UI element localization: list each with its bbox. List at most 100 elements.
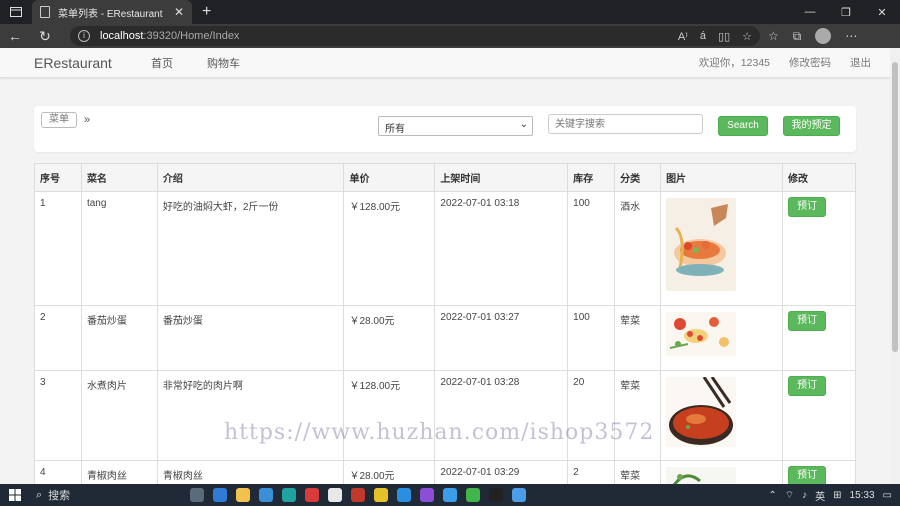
- site-info-icon[interactable]: i: [78, 30, 90, 42]
- reader-view-icon[interactable]: ▯▯: [718, 30, 730, 43]
- breadcrumb-menu[interactable]: 菜单: [41, 112, 77, 128]
- cell-stock: 20: [567, 370, 616, 461]
- avatar[interactable]: [815, 28, 832, 44]
- tray-chevron-icon[interactable]: ⌃: [768, 490, 776, 501]
- network-icon[interactable]: ⌔: [785, 489, 794, 502]
- welcome-text[interactable]: 欢迎你，12345: [699, 55, 770, 70]
- volume-icon[interactable]: ♪: [802, 490, 807, 501]
- search-input[interactable]: [548, 114, 703, 134]
- cell-time: 2022-07-01 03:28: [434, 370, 569, 461]
- app-icon[interactable]: [443, 488, 457, 502]
- url-host: localhost: [100, 30, 144, 42]
- new-tab-icon[interactable]: +: [192, 3, 221, 21]
- brand-logo[interactable]: ERestaurant: [34, 55, 134, 71]
- address-toolbar: ← ↻ i localhost :39320/Home/Index A⁾ á …: [0, 24, 900, 48]
- cell-desc: 非常好吃的肉片啊: [156, 370, 345, 461]
- favorite-icon[interactable]: ☆: [742, 30, 752, 43]
- table-header-row: 序号 菜名 介绍 单价 上架时间 库存 分类 图片 修改: [34, 163, 857, 192]
- back-icon[interactable]: ←: [0, 28, 30, 44]
- filter-panel: 菜单 » 所有 ⌄ Search 我的预定: [34, 106, 856, 152]
- cell-category: 酒水: [614, 191, 662, 306]
- app-icon[interactable]: [351, 488, 365, 502]
- grid-icon[interactable]: ⊞: [833, 490, 841, 501]
- dish-image: [666, 198, 737, 291]
- taskbar-search-label: 搜索: [48, 490, 71, 502]
- search-button[interactable]: Search: [718, 116, 768, 136]
- collections-icon[interactable]: ⧉: [793, 29, 802, 44]
- breadcrumb-separator: »: [84, 114, 91, 126]
- search-icon: ⌕: [36, 488, 43, 501]
- app-icon[interactable]: [213, 488, 227, 502]
- cell-time: 2022-07-01 03:18: [434, 191, 569, 306]
- typora-icon[interactable]: [328, 488, 342, 502]
- wechat-icon[interactable]: [466, 488, 480, 502]
- window-menu-icon[interactable]: [0, 0, 32, 24]
- notification-icon[interactable]: ▭: [883, 490, 892, 501]
- category-select[interactable]: 所有 ⌄: [378, 116, 533, 136]
- dish-image: [666, 467, 737, 484]
- col-id: 序号: [34, 163, 82, 192]
- app-icon[interactable]: [305, 488, 319, 502]
- qq-icon[interactable]: [489, 488, 503, 502]
- app-icon[interactable]: [512, 488, 526, 502]
- cell-price: ￥28.00元: [343, 305, 436, 371]
- app-icon[interactable]: [374, 488, 388, 502]
- tab-title: 菜单列表 - ERestaurant: [58, 8, 163, 20]
- windows-start-icon[interactable]: [0, 489, 30, 501]
- minimize-icon[interactable]: —: [792, 6, 828, 19]
- change-password-link[interactable]: 修改密码: [789, 55, 831, 70]
- maximize-icon[interactable]: ❐: [828, 6, 864, 19]
- browser-tab[interactable]: 菜单列表 - ERestaurant ✕: [32, 0, 192, 24]
- category-selected: 所有: [385, 124, 405, 135]
- cell-price: ￥128.00元: [343, 370, 436, 461]
- translate-icon[interactable]: á: [700, 30, 706, 43]
- visual-studio-icon[interactable]: [420, 488, 434, 502]
- reserve-button[interactable]: 预订: [787, 311, 826, 331]
- table-row: 4 青椒肉丝 青椒肉丝 ￥28.00元 2022-07-01 03:29 2 荤…: [34, 460, 857, 484]
- logout-link[interactable]: 退出: [850, 55, 871, 70]
- reserve-button[interactable]: 预订: [787, 376, 826, 396]
- nav-home[interactable]: 首页: [134, 55, 190, 71]
- cell-time: 2022-07-01 03:29: [434, 460, 569, 484]
- read-aloud-icon[interactable]: A⁾: [678, 30, 688, 43]
- taskbar-search[interactable]: ⌕ 搜索: [30, 487, 160, 503]
- cell-stock: 2: [567, 460, 616, 484]
- cell-price: ￥28.00元: [343, 460, 436, 484]
- favorites-icon[interactable]: ☆: [768, 29, 779, 43]
- cell-action: 预订: [781, 191, 857, 306]
- app-icon[interactable]: [259, 488, 273, 502]
- close-window-icon[interactable]: ✕: [864, 6, 900, 19]
- address-bar[interactable]: i localhost :39320/Home/Index A⁾ á ▯▯ ☆: [70, 26, 760, 46]
- cell-desc: 番茄炒蛋: [156, 305, 345, 371]
- more-icon[interactable]: ⋯: [845, 29, 857, 43]
- cell-id: 3: [34, 370, 82, 461]
- clock[interactable]: 15:33: [850, 490, 875, 501]
- url-path: :39320/Home/Index: [143, 30, 240, 42]
- reserve-button[interactable]: 预订: [787, 466, 826, 484]
- refresh-icon[interactable]: ↻: [30, 28, 60, 45]
- cell-time: 2022-07-01 03:27: [434, 305, 569, 371]
- nav-cart[interactable]: 购物车: [190, 55, 257, 71]
- cell-stock: 100: [567, 305, 616, 371]
- window-controls: — ❐ ✕: [792, 6, 900, 19]
- scrollbar-thumb[interactable]: [892, 62, 898, 352]
- cell-id: 4: [34, 460, 82, 484]
- col-desc: 介绍: [156, 163, 345, 192]
- task-view-icon[interactable]: [190, 488, 204, 502]
- reserve-button[interactable]: 预订: [787, 197, 826, 217]
- col-price: 单价: [343, 163, 436, 192]
- file-explorer-icon[interactable]: [236, 488, 250, 502]
- cell-name: 青椒肉丝: [80, 460, 158, 484]
- table-row: 2 番茄炒蛋 番茄炒蛋 ￥28.00元 2022-07-01 03:27 100…: [34, 305, 857, 371]
- site-navbar: ERestaurant 首页 购物车 欢迎你，12345 修改密码 退出: [0, 48, 890, 78]
- cell-price: ￥128.00元: [343, 191, 436, 306]
- ime-label[interactable]: 英: [815, 488, 825, 503]
- vscode-icon[interactable]: [397, 488, 411, 502]
- col-time: 上架时间: [434, 163, 569, 192]
- page-scrollbar[interactable]: [890, 48, 900, 484]
- close-tab-icon[interactable]: ✕: [174, 5, 184, 19]
- edge-icon[interactable]: [282, 488, 296, 502]
- cell-name: tang: [80, 191, 158, 306]
- page-icon: [40, 6, 50, 18]
- my-reservations-button[interactable]: 我的预定: [783, 116, 840, 136]
